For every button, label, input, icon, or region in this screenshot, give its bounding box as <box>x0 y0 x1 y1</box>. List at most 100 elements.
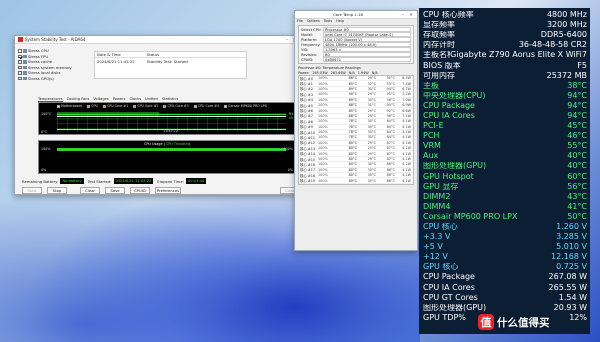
menu-file[interactable]: File <box>297 19 303 24</box>
cpuid-button[interactable]: CPUID <box>130 187 150 194</box>
legend-item[interactable]: CPU Core #4 <box>193 104 219 108</box>
core-min: 30°C <box>367 97 376 102</box>
checkbox-checked[interactable] <box>18 54 22 58</box>
core-max: 84°C <box>386 135 395 140</box>
log-cell-datetime: 2024/6/21 11:45:22 <box>97 58 135 64</box>
core-power: 6.5W <box>402 76 411 81</box>
save-button[interactable]: Save <box>105 187 125 194</box>
legend-item[interactable]: CPU Core #3 <box>163 104 189 108</box>
close-window-button[interactable]: ✕ <box>407 12 415 17</box>
monitor-row: 中央处理器(CPU) 94°C <box>423 91 587 101</box>
legend-item[interactable]: Corsair MP600 PRO LPX <box>224 104 267 108</box>
core-min: 30°C <box>367 86 376 91</box>
monitor-row: Aux 40°C <box>423 151 587 161</box>
legend-checkbox[interactable] <box>102 104 106 108</box>
checkbox[interactable] <box>18 76 22 80</box>
monitor-value: 1.260 V <box>556 222 587 232</box>
core-temp: 80°C <box>348 167 357 172</box>
core-min: 29°C <box>367 92 376 97</box>
core-max: 84°C <box>386 130 395 135</box>
checkbox[interactable] <box>18 60 22 64</box>
core-max: 86°C <box>386 167 395 172</box>
processor-info-box: Select CPU: Processor #0 Model: Intel Cor… <box>298 25 414 64</box>
monitor-label: GPU Hotspot <box>423 172 474 181</box>
core-min: 30°C <box>367 162 376 167</box>
monitor-row: 图形处理器(GPU) 40°C <box>423 161 587 171</box>
usage-right-top: 100% <box>283 147 293 151</box>
temp-y-bottom: 0°C <box>41 130 48 134</box>
core-temp: 80°C <box>348 173 357 178</box>
menu-help[interactable]: Help <box>336 19 344 24</box>
core-min: 30°C <box>367 130 376 135</box>
monitor-label: CPU 核心 <box>423 223 458 232</box>
core-min: 29°C <box>367 157 376 162</box>
clear-button[interactable]: Clear <box>80 187 100 194</box>
info-row: CPUID: 0xB0671 <box>301 57 411 62</box>
core-load: 100% <box>318 173 328 178</box>
cpu-icon <box>22 49 27 53</box>
start-button[interactable]: Start <box>22 187 42 194</box>
monitor-row: GPU Hotspot 60°C <box>423 172 587 182</box>
monitor-row: GPU 显存 56°C <box>423 182 587 192</box>
menu-options[interactable]: Options <box>307 19 320 24</box>
legend-checkbox[interactable] <box>193 104 197 108</box>
core-min: 29°C <box>367 76 376 81</box>
monitor-value: 45°C <box>567 121 587 131</box>
monitor-row: CPU Package 267.08 W <box>423 272 587 282</box>
core-min: 31°C <box>367 103 376 108</box>
monitor-row: Corsair MP600 PRO LPX 50°C <box>423 212 587 222</box>
monitor-value: 3.285 V <box>556 232 587 242</box>
monitor-label: CPU Package <box>423 101 475 110</box>
monitor-label: CPU GT Cores <box>423 293 478 302</box>
legend-item[interactable]: CPU Core #2 <box>133 104 158 108</box>
monitor-row: 内存计时 36-48-48-58 CR2 <box>423 40 587 50</box>
preferences-button[interactable]: Preferences <box>155 187 181 194</box>
legend-item[interactable]: CPU Core #1 <box>102 104 128 108</box>
coretemp-window-title: Core Temp 1.18 <box>333 12 363 17</box>
legend-checkbox[interactable] <box>224 104 228 108</box>
core-temp: 89°C <box>348 97 357 102</box>
core-temperature-table: 核心 #0 100% 86°C 29°C 95°C 6.5W 核心 #1 100% 85°C 32… <box>298 75 414 185</box>
temp-time-label: 11:45:22 <box>163 129 178 133</box>
legend-checkbox[interactable] <box>57 104 60 108</box>
monitor-label: PCI-E <box>423 122 444 131</box>
processor-select[interactable]: Processor #0 <box>323 27 411 32</box>
checkbox[interactable] <box>18 49 22 53</box>
monitor-value: 12% <box>569 312 587 322</box>
table-row: 核心 #19 100% 80°C 30°C 86°C 4.1W <box>299 178 413 184</box>
info-row: Frequency: 4800.18MHz (100.00 x 48.0) <box>301 42 411 47</box>
monitor-value: 41°C <box>567 201 587 211</box>
monitor-value: 1.54 W <box>558 292 587 302</box>
stress-option-gpu[interactable]: Stress GPU(s) <box>18 76 62 82</box>
checkbox[interactable] <box>18 71 22 75</box>
legend-checkbox[interactable] <box>87 104 91 108</box>
core-min: 30°C <box>367 178 376 183</box>
monitor-value: 40°C <box>567 151 587 161</box>
core-load: 100% <box>318 140 328 145</box>
core-power: 6.7W <box>402 86 411 91</box>
minimize-button[interactable]: – <box>399 12 407 17</box>
cache-icon <box>22 60 27 64</box>
checkbox[interactable] <box>18 65 22 69</box>
core-name: 核心 #0 <box>300 76 313 81</box>
legend-item[interactable]: CPU <box>87 104 98 108</box>
event-log-table[interactable]: Date & Time Status 2024/6/21 11:45:22 St… <box>94 51 247 79</box>
minimize-button[interactable]: – <box>283 37 291 42</box>
menu-tools[interactable]: Tools <box>324 19 332 24</box>
legend-item[interactable]: Motherboard <box>57 104 82 108</box>
battery-value: No battery <box>60 178 84 184</box>
temp-right-value: 88 <box>288 116 293 120</box>
core-power: 4.1W <box>402 146 411 151</box>
core-min: 30°C <box>367 135 376 140</box>
monitor-value: 38°C <box>567 80 587 90</box>
monitor-label: 中央处理器(CPU) <box>423 91 486 100</box>
table-row[interactable]: 2024/6/21 11:45:22 Stability Test: Start… <box>95 58 246 64</box>
elapsed-label: Elapsed Time: <box>157 178 184 184</box>
legend-checkbox[interactable] <box>133 104 137 108</box>
legend-checkbox[interactable] <box>163 104 167 108</box>
monitor-label: CPU Package <box>423 273 475 282</box>
stop-button[interactable]: Stop <box>47 187 67 194</box>
stability-buttons: Start Stop Clear Save CPUID Preferences … <box>22 187 307 194</box>
monitor-value: DDR5-6400 <box>540 30 587 40</box>
temp-y-top: 100°C <box>41 112 52 116</box>
